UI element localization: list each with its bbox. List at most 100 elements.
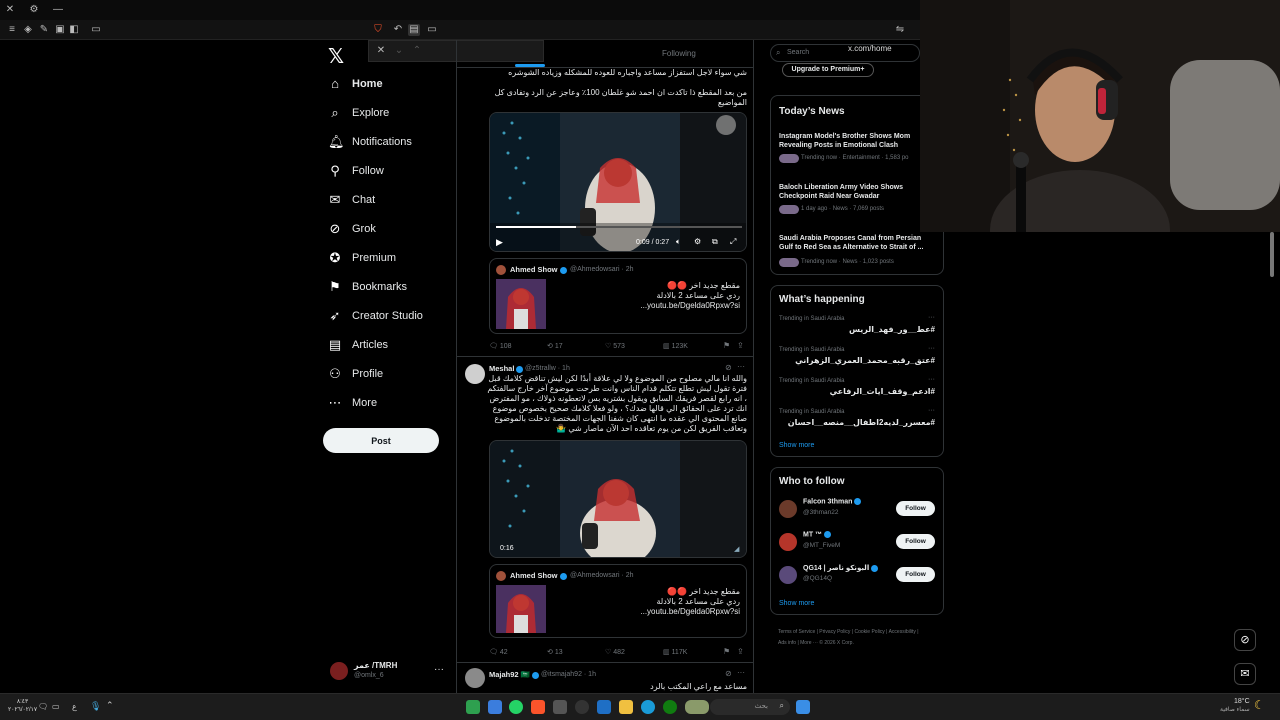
folder-icon[interactable] [619,700,633,714]
windows-start-icon[interactable] [796,700,810,714]
show-more-link[interactable]: Show more [779,442,814,449]
bookmark-icon[interactable]: ⚑ [723,341,730,350]
repost-count[interactable]: ⟲ 17 [547,342,563,350]
repost-count[interactable]: ⟲ 13 [547,648,563,656]
reply-count[interactable]: 🗨︎ 108 [489,342,512,350]
reader-icon[interactable]: ⇋ [894,24,906,36]
nav-item-notifications[interactable]: 🔔︎ Notifications [328,132,412,152]
search-input[interactable]: ⌕ Search [770,44,920,62]
volume-icon[interactable]: 🔈︎ [676,237,681,247]
grok-icon[interactable]: ⊘ [725,669,732,678]
follow-user-name[interactable]: Falcon 3thman [803,498,862,505]
share-icon[interactable]: ⇪ [737,341,744,350]
settings-gear-icon[interactable]: ⚙ [694,237,701,246]
post-button[interactable]: Post [323,428,439,453]
nav-item-explore[interactable]: ⌕ Explore [328,103,389,123]
brave-shield-icon[interactable]: ⛉ [372,24,384,36]
trend-tag[interactable]: #عط__ور_فهد_الريس [849,325,935,334]
clock[interactable]: ٨:٤٣ ٢٠٢٦/٠٢/١٧ [8,698,37,714]
news-item-title[interactable]: Instagram Model's Brother Shows Mom Reve… [779,132,925,150]
tab-following[interactable]: Following [662,49,696,58]
app-icon-2[interactable] [488,700,502,714]
bookmark-icon[interactable]: ⚑ [723,647,730,656]
news-item-title[interactable]: Baloch Liberation Army Video Shows Check… [779,183,925,201]
nav-item-home[interactable]: ⌂ Home [328,74,383,94]
show-more-link[interactable]: Show more [779,600,814,607]
reply-count[interactable]: 🗨︎ 42 [489,648,508,656]
messages-floating-icon[interactable]: ✉ [1234,663,1256,685]
video-player[interactable]: 0:16 ◢ [489,440,747,558]
split-view-icon[interactable]: ▤ [408,24,420,36]
shield-icon[interactable]: ◈ [22,24,34,36]
video-player[interactable]: ▶ 0:09 / 0:27 🔈︎ ⚙ ⧉ ⤢ [489,112,747,252]
view-count[interactable]: ▥ 123K [663,342,688,350]
chevron-up-icon[interactable]: ⌃ [106,700,114,711]
trend-tag[interactable]: #عتق_رقبه_محمد_العمري_الزهراني [795,356,935,365]
share-icon[interactable]: ⇪ [737,647,744,656]
follow-button[interactable]: Follow [896,501,935,516]
nav-item-premium[interactable]: ✪ Premium [328,248,396,268]
more-dots-icon[interactable]: ··· [928,407,935,414]
nav-item-follow[interactable]: ⚲ Follow [328,161,384,181]
follow-button[interactable]: Follow [896,567,935,582]
nav-item-chat[interactable]: ✉ Chat [328,190,376,210]
app-icon-5[interactable] [553,700,567,714]
trend-tag[interactable]: #ادعم_وقف_ايات_الرفاعي [830,387,935,396]
language-indicator[interactable]: ع [72,702,77,711]
quoted-post[interactable]: Ahmed Show @Ahmedowsari · 2h مقطع جديد ا… [489,564,747,638]
avatar[interactable] [465,668,485,688]
mic-icon[interactable]: 🎙︎ [90,701,101,712]
tool-icon[interactable]: ✎ [38,24,50,36]
avatar[interactable] [465,364,485,384]
play-icon[interactable]: ▶ [496,237,503,248]
minimize-icon[interactable]: — [52,4,64,16]
grok-floating-icon[interactable]: ⊘ [1234,629,1256,651]
taskbar-search[interactable]: بحث ⌕ [710,699,790,715]
window-icon[interactable]: ▣ [54,24,66,36]
footer-links[interactable]: Terms of Service | Privacy Policy | Cook… [778,627,928,649]
display-icon[interactable]: ▭ [52,702,60,711]
whatsapp-icon[interactable] [509,700,523,714]
store-icon[interactable] [597,700,611,714]
nav-item-profile[interactable]: ⚇ Profile [328,364,383,384]
scrollbar[interactable] [1268,232,1276,687]
account-switcher[interactable]: عمر /TMRH @omlx_6 ··· [328,660,448,684]
nav-item-bookmarks[interactable]: ⚑ Bookmarks [328,277,407,297]
fullscreen-icon[interactable]: ⤢ [730,237,736,247]
weather-widget-icon[interactable] [685,700,709,714]
more-dots-icon[interactable]: ··· [928,345,935,352]
upgrade-premium-button[interactable]: Upgrade to Premium+ [782,63,874,77]
post-author[interactable]: Meshal [489,364,524,373]
chevron-down-icon[interactable]: ⌄ [393,45,405,57]
x-logo[interactable]: 𝕏 [328,44,344,69]
xbox-icon[interactable] [663,700,677,714]
brave-icon[interactable] [531,700,545,714]
follow-user-name[interactable]: MT ™ [803,531,832,538]
close-window-icon[interactable]: ✕ [4,4,16,16]
nav-item-articles[interactable]: ▤ Articles [328,335,388,355]
nav-item-grok[interactable]: ⊘ Grok [328,219,376,239]
avatar[interactable] [779,566,797,584]
nav-item-more[interactable]: ⋯ More [328,393,378,413]
avatar[interactable] [779,500,797,518]
follow-user-name[interactable]: QG14 | البونكو ناصر [803,564,879,572]
view-count[interactable]: ▥ 117K [663,648,687,656]
back-icon[interactable]: ↶ [392,24,404,36]
obs-icon[interactable] [575,700,589,714]
close-popup-icon[interactable]: ✕ [375,45,387,57]
scrollbar-thumb[interactable] [1270,232,1274,277]
tabs-icon[interactable]: ▭ [90,24,102,36]
nav-item-creator-studio[interactable]: ➶ Creator Studio [328,306,423,326]
menu-icon[interactable]: ≡ [6,24,18,36]
like-count[interactable]: ♡ 482 [605,648,625,656]
settings-icon[interactable]: ⚙ [28,4,40,16]
more-dots-icon[interactable]: ··· [928,314,935,321]
quoted-post[interactable]: Ahmed Show @Ahmedowsari · 2h مقطع جديد ا… [489,258,747,334]
tab-icon[interactable]: ▭ [426,24,438,36]
chevron-up-icon[interactable]: ⌃ [411,45,423,57]
post-author[interactable]: Majah92 🇸🇦 [489,670,540,679]
news-item-title[interactable]: Saudi Arabia Proposes Canal from Persian… [779,234,925,252]
like-count[interactable]: ♡ 573 [605,342,625,350]
more-dots-icon[interactable]: ··· [434,664,444,675]
avatar[interactable] [779,533,797,551]
